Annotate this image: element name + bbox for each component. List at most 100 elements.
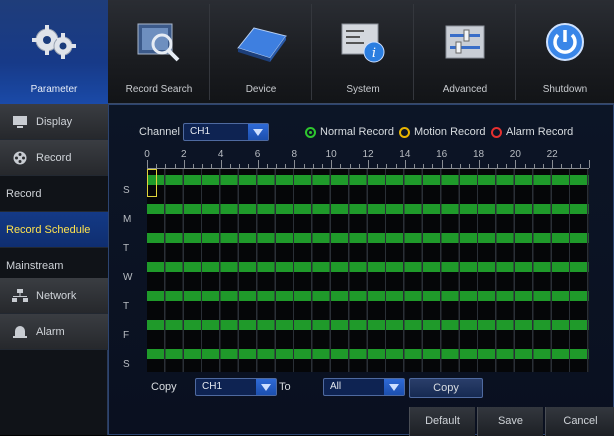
hour-label: 8 [291,149,298,160]
sidebar-item-display[interactable]: Display [0,104,108,140]
schedule-day-row[interactable] [147,285,589,314]
ruler-tick [404,160,406,168]
ruler-tick [174,164,176,168]
legend-label: Normal Record [320,126,394,138]
schedule-day-row[interactable] [147,343,589,372]
hour-cells[interactable] [147,343,589,372]
ruler-tick [349,164,351,168]
tab-record-search[interactable]: Record Search [108,0,210,104]
schedule-day-row[interactable] [147,227,589,256]
tab-advanced[interactable]: Advanced [414,0,516,104]
sidebar-item-alarm[interactable]: Alarm [0,314,108,350]
ruler-tick [211,164,213,168]
radio-alarm-icon[interactable] [491,126,502,138]
save-button[interactable]: Save [477,407,543,436]
radio-motion-icon[interactable] [399,126,410,138]
copy-row: Copy CH1 To All Copy [109,377,614,399]
tab-shutdown[interactable]: Shutdown [516,0,614,104]
tab-label: System [346,84,380,95]
ruler-tick [579,164,581,168]
hour-label: 14 [399,149,411,160]
hour-cells[interactable] [147,227,589,256]
chevron-down-icon[interactable] [384,379,404,395]
sidebar-item-label: Record [6,187,42,200]
ruler-tick [377,164,379,168]
day-label: T [123,243,130,254]
copy-to-value: All [330,381,342,392]
legend-motion-record[interactable]: Motion Record [399,126,486,138]
copy-button[interactable]: Copy [409,378,483,398]
ruler-tick [432,164,434,168]
hour-label: 20 [509,149,521,160]
hard-drive-icon [237,27,287,62]
ruler-tick [542,164,544,168]
ruler-tick [248,164,250,168]
search-icon [137,23,180,62]
channel-select[interactable]: CH1 [183,123,269,141]
svg-text:i: i [372,46,376,61]
day-label: F [123,330,130,341]
ruler-tick [469,164,471,168]
power-icon [546,23,584,61]
default-button[interactable]: Default [409,407,475,436]
legend-alarm-record[interactable]: Alarm Record [491,126,573,138]
hour-cells[interactable] [147,198,589,227]
copy-from-select[interactable]: CH1 [195,378,277,396]
hour-cells[interactable] [147,169,589,198]
sidebar-item-label: Network [36,289,77,302]
alarm-bell-icon [13,325,27,338]
ruler-tick [552,160,554,168]
ruler-tick [147,160,148,168]
sidebar-item-record-category[interactable]: Record [0,140,108,176]
ruler-tick [165,164,167,168]
sidebar-item-label: Record [36,151,72,164]
hour-label: 22 [546,149,558,160]
sidebar: Display Record Record Record Schedule Ma… [0,104,108,435]
radio-normal-icon[interactable] [305,126,316,138]
schedule-day-row[interactable] [147,198,589,227]
hour-label: 10 [325,149,337,160]
ruler-tick [257,160,259,168]
ruler-tick [358,164,360,168]
ruler-tick [294,160,296,168]
ruler-tick [321,164,323,168]
film-reel-icon [13,151,27,164]
ruler-tick [478,160,480,168]
hour-cells[interactable] [147,256,589,285]
ruler-tick [239,164,241,168]
sidebar-item-record[interactable]: Record [0,176,108,212]
record-schedule-panel: Channel CH1 Normal Record Motion Record … [108,104,614,436]
chevron-down-icon[interactable] [256,379,276,395]
tab-label: Advanced [442,84,488,95]
sidebar-item-network[interactable]: Network [0,278,108,314]
cancel-button[interactable]: Cancel [545,407,614,436]
chevron-down-icon[interactable] [248,124,268,140]
selection-cursor [147,169,157,197]
tab-label: Device [245,84,277,95]
sidebar-item-label: Display [36,115,73,128]
legend-label: Alarm Record [506,126,574,138]
hour-ruler [147,160,590,169]
ruler-tick [423,164,425,168]
ruler-tick [524,164,526,168]
schedule-grid[interactable] [147,169,589,372]
sidebar-item-record-schedule[interactable]: Record Schedule [0,212,108,248]
legend-normal-record[interactable]: Normal Record [305,126,394,138]
ruler-tick [275,164,277,168]
tab-system[interactable]: i System [312,0,414,104]
tab-label: Parameter [30,84,78,95]
hour-label: 16 [436,149,448,160]
ruler-tick [331,160,333,168]
tab-parameter[interactable]: Parameter [0,0,108,104]
schedule-day-row[interactable] [147,256,589,285]
schedule-day-row[interactable] [147,314,589,343]
tab-device[interactable]: Device [210,0,312,104]
hour-cells[interactable] [147,314,589,343]
hour-cells[interactable] [147,285,589,314]
channel-select-value: CH1 [190,126,211,137]
ruler-tick [441,160,443,168]
ruler-tick [285,164,287,168]
ruler-tick [570,164,572,168]
schedule-day-row[interactable] [147,169,589,198]
copy-to-select[interactable]: All [323,378,405,396]
